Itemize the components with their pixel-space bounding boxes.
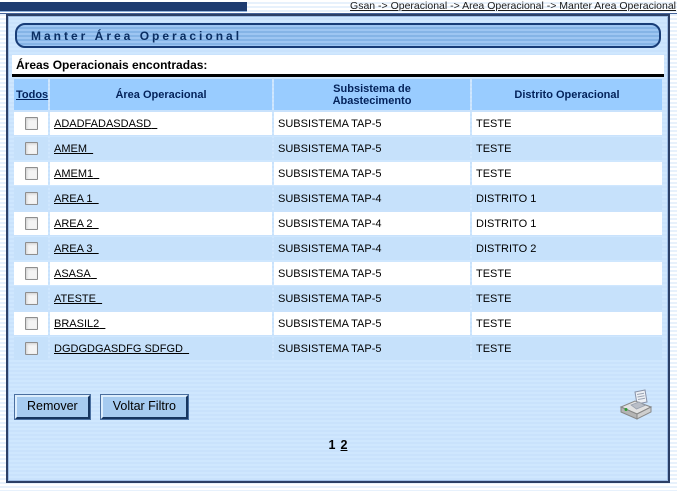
checkbox-cell — [14, 162, 48, 185]
area-cell: BRASIL2 — [50, 312, 272, 335]
pagination: 12 — [12, 438, 664, 452]
table-row: AREA 3 SUBSISTEMA TAP-4 DISTRITO 2 — [14, 237, 662, 260]
table-row: ADADFADASDASD SUBSISTEMA TAP-5 TESTE — [14, 112, 662, 135]
table-body: ADADFADASDASD SUBSISTEMA TAP-5 TESTE AME… — [14, 112, 662, 360]
top-breadcrumb-bar: Gsan -> Operacional -> Area Operacional … — [0, 0, 677, 14]
cell-subsistema: SUBSISTEMA TAP-5 — [274, 337, 470, 360]
row-checkbox[interactable] — [25, 167, 38, 180]
table-row: AMEM SUBSISTEMA TAP-5 TESTE — [14, 137, 662, 160]
voltar-filtro-button[interactable]: Voltar Filtro — [101, 395, 188, 419]
cell-distrito: TESTE — [472, 112, 662, 135]
column-header-todos: Todos — [14, 79, 48, 110]
actions-bar: Remover Voltar Filtro — [15, 395, 661, 426]
checkbox-cell — [14, 262, 48, 285]
cell-subsistema: SUBSISTEMA TAP-5 — [274, 312, 470, 335]
row-checkbox[interactable] — [25, 192, 38, 205]
table-row: DGDGDGASDFG SDFGD SUBSISTEMA TAP-5 TESTE — [14, 337, 662, 360]
row-checkbox[interactable] — [25, 142, 38, 155]
cell-distrito: DISTRITO 1 — [472, 187, 662, 210]
cell-distrito: TESTE — [472, 137, 662, 160]
column-header-distrito: Distrito Operacional — [472, 79, 662, 110]
checkbox-cell — [14, 312, 48, 335]
area-cell: AMEM — [50, 137, 272, 160]
area-cell: AREA 3 — [50, 237, 272, 260]
breadcrumb[interactable]: Gsan -> Operacional -> Area Operacional … — [350, 0, 676, 12]
cell-subsistema: SUBSISTEMA TAP-5 — [274, 162, 470, 185]
checkbox-cell — [14, 287, 48, 310]
page-links: 2 — [336, 438, 348, 452]
area-link[interactable]: AREA 2 — [54, 218, 99, 230]
area-link[interactable]: AREA 3 — [54, 243, 99, 255]
row-checkbox[interactable] — [25, 217, 38, 230]
cell-distrito: DISTRITO 2 — [472, 237, 662, 260]
cell-distrito: TESTE — [472, 287, 662, 310]
area-cell: ATESTE — [50, 287, 272, 310]
area-link[interactable]: DGDGDGASDFG SDFGD — [54, 343, 189, 355]
checkbox-cell — [14, 137, 48, 160]
table-row: BRASIL2 SUBSISTEMA TAP-5 TESTE — [14, 312, 662, 335]
checkbox-cell — [14, 337, 48, 360]
section-label: Áreas Operacionais encontradas: — [12, 55, 664, 74]
cell-distrito: DISTRITO 1 — [472, 212, 662, 235]
area-link[interactable]: ASASA — [54, 268, 97, 280]
page-link[interactable]: 2 — [341, 438, 348, 452]
column-header-subsistema: Subsistema de Abastecimento — [274, 79, 470, 110]
area-cell: ASASA — [50, 262, 272, 285]
cell-distrito: TESTE — [472, 337, 662, 360]
main-panel: Manter Área Operacional Áreas Operaciona… — [6, 14, 670, 483]
checkbox-cell — [14, 112, 48, 135]
area-cell: AMEM1 — [50, 162, 272, 185]
printer-icon — [619, 389, 653, 421]
checkbox-cell — [14, 237, 48, 260]
cell-subsistema: SUBSISTEMA TAP-5 — [274, 287, 470, 310]
title-bar: Manter Área Operacional — [15, 23, 661, 48]
table-row: AMEM1 SUBSISTEMA TAP-5 TESTE — [14, 162, 662, 185]
table-row: AREA 1 SUBSISTEMA TAP-4 DISTRITO 1 — [14, 187, 662, 210]
area-cell: AREA 1 — [50, 187, 272, 210]
checkbox-cell — [14, 187, 48, 210]
cell-subsistema: SUBSISTEMA TAP-5 — [274, 112, 470, 135]
cell-distrito: TESTE — [472, 262, 662, 285]
row-checkbox[interactable] — [25, 117, 38, 130]
area-link[interactable]: AMEM — [54, 143, 93, 155]
print-button[interactable] — [619, 389, 653, 426]
select-all-link[interactable]: Todos — [16, 89, 48, 101]
remover-button[interactable]: Remover — [15, 395, 90, 419]
row-checkbox[interactable] — [25, 242, 38, 255]
button-group: Remover Voltar Filtro — [15, 395, 188, 419]
cell-distrito: TESTE — [472, 162, 662, 185]
cell-subsistema: SUBSISTEMA TAP-5 — [274, 137, 470, 160]
page-title: Manter Área Operacional — [31, 29, 242, 43]
area-link[interactable]: ATESTE — [54, 293, 102, 305]
cell-subsistema: SUBSISTEMA TAP-4 — [274, 237, 470, 260]
area-link[interactable]: AMEM1 — [54, 168, 99, 180]
row-checkbox[interactable] — [25, 317, 38, 330]
column-header-area: Área Operacional — [50, 79, 272, 110]
area-cell: AREA 2 — [50, 212, 272, 235]
row-checkbox[interactable] — [25, 267, 38, 280]
cell-subsistema: SUBSISTEMA TAP-5 — [274, 262, 470, 285]
cell-subsistema: SUBSISTEMA TAP-4 — [274, 187, 470, 210]
cell-distrito: TESTE — [472, 312, 662, 335]
area-cell: DGDGDGASDFG SDFGD — [50, 337, 272, 360]
area-link[interactable]: AREA 1 — [54, 193, 99, 205]
row-checkbox[interactable] — [25, 292, 38, 305]
area-link[interactable]: ADADFADASDASD — [54, 118, 157, 130]
current-page: 1 — [329, 438, 336, 452]
results-table: Todos Área Operacional Subsistema de Aba… — [12, 77, 664, 362]
area-cell: ADADFADASDASD — [50, 112, 272, 135]
table-row: ASASA SUBSISTEMA TAP-5 TESTE — [14, 262, 662, 285]
checkbox-cell — [14, 212, 48, 235]
cell-subsistema: SUBSISTEMA TAP-4 — [274, 212, 470, 235]
row-checkbox[interactable] — [25, 342, 38, 355]
table-row: ATESTE SUBSISTEMA TAP-5 TESTE — [14, 287, 662, 310]
topbar-navy-strip — [0, 2, 247, 12]
table-header-row: Todos Área Operacional Subsistema de Aba… — [14, 79, 662, 110]
area-link[interactable]: BRASIL2 — [54, 318, 105, 330]
table-row: AREA 2 SUBSISTEMA TAP-4 DISTRITO 1 — [14, 212, 662, 235]
